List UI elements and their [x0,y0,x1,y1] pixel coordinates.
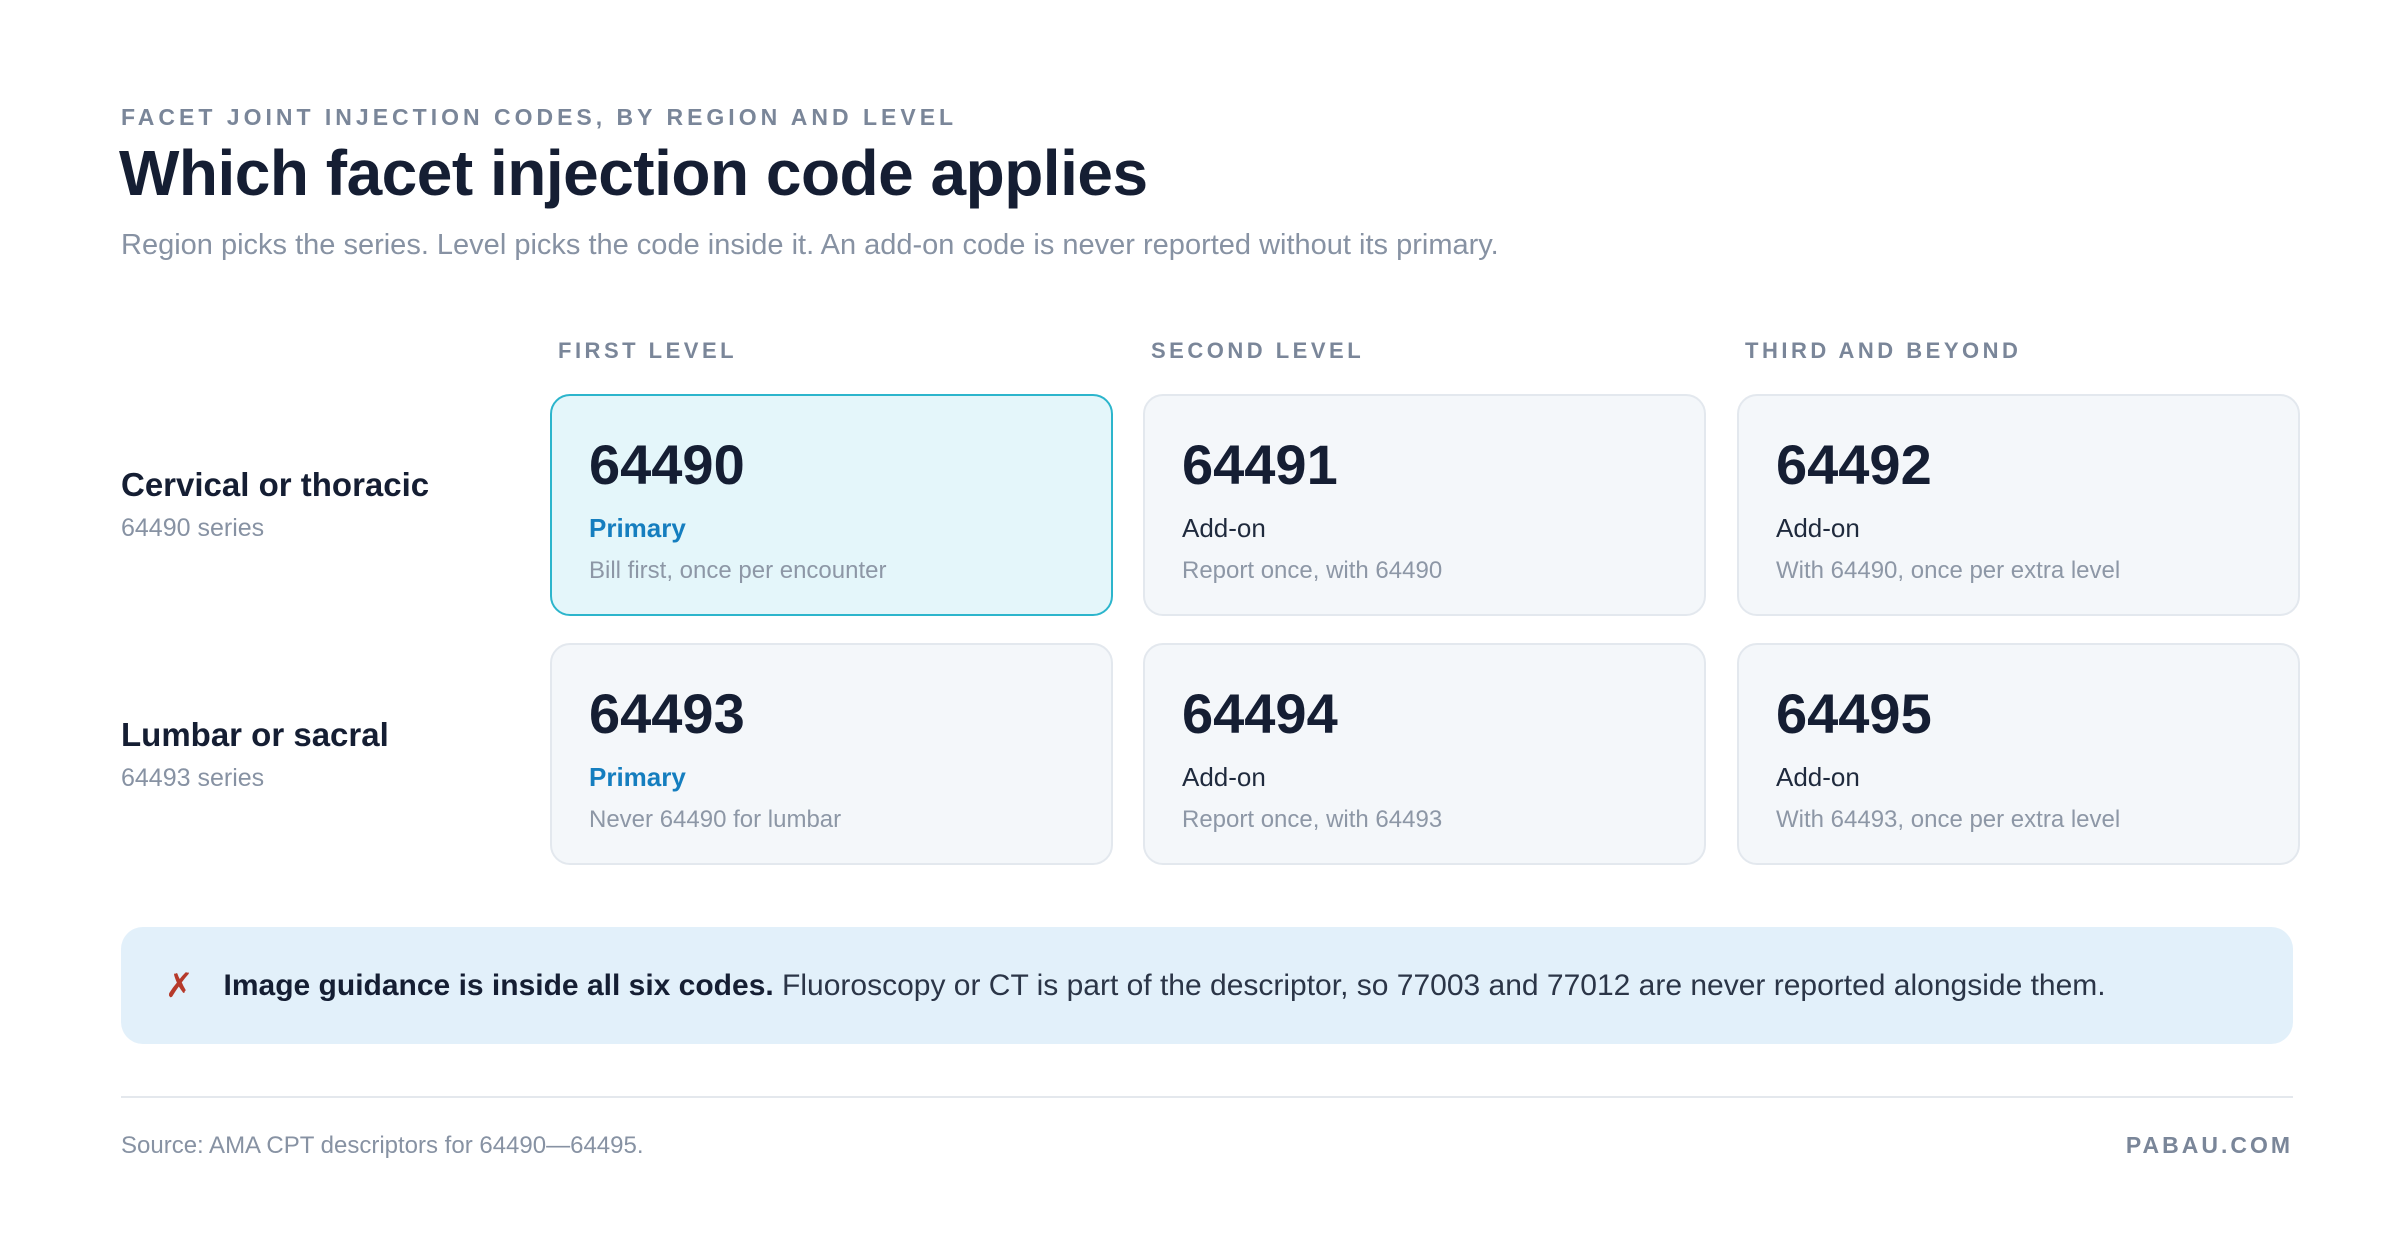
callout-body: Fluoroscopy or CT is part of the descrip… [773,968,2106,1002]
page-subtitle: Region picks the series. Level picks the… [121,229,1499,261]
callout-bold: Image guidance is inside all six codes. [223,968,774,1002]
code-number: 64495 [1776,682,1932,745]
page: FACET JOINT INJECTION CODES, BY REGION A… [0,0,2400,1248]
code-number: 64494 [1182,682,1338,745]
code-note: With 64493, once per extra level [1776,806,2121,833]
code-number: 64491 [1182,433,1338,496]
eyebrow: FACET JOINT INJECTION CODES, BY REGION A… [121,104,958,130]
code-card-64495[interactable]: 64495 Add-on With 64493, once per extra … [1737,643,2300,865]
source-note: Source: AMA CPT descriptors for 64490—64… [121,1132,644,1159]
code-role: Add-on [1776,513,1860,543]
code-card-64490[interactable]: 64490 Primary Bill first, once per encou… [550,394,1113,616]
code-card-64493[interactable]: 64493 Primary Never 64490 for lumbar [550,643,1113,865]
column-header-third-and-beyond: THIRD AND BEYOND [1745,338,2022,363]
code-note: Never 64490 for lumbar [589,806,842,833]
code-role: Add-on [1776,762,1860,792]
code-card-64494[interactable]: 64494 Add-on Report once, with 64493 [1143,643,1706,865]
footer-divider [121,1096,2293,1098]
code-card-64492[interactable]: 64492 Add-on With 64490, once per extra … [1737,394,2300,616]
brand-link[interactable]: PABAU.COM [2126,1132,2293,1159]
code-role: Primary [589,513,686,543]
row-label-cervical-thoracic: Cervical or thoracic 64490 series [121,466,429,543]
code-role: Add-on [1182,513,1266,543]
code-number: 64492 [1776,433,1932,496]
row-series: 64493 series [121,764,265,792]
row-label-lumbar-sacral: Lumbar or sacral 64493 series [121,716,389,793]
code-role: Add-on [1182,762,1266,792]
code-number: 64493 [589,682,745,745]
x-mark-icon: ✗ [165,966,194,1005]
code-role: Primary [589,762,686,792]
column-header-second-level: SECOND LEVEL [1151,338,1365,363]
code-note: Report once, with 64490 [1182,557,1443,584]
code-note: Bill first, once per encounter [589,557,887,584]
code-note: Report once, with 64493 [1182,806,1443,833]
page-title: Which facet injection code applies [119,137,1148,209]
row-title: Cervical or thoracic [121,466,430,503]
column-header-first-level: FIRST LEVEL [558,338,738,363]
code-number: 64490 [589,433,745,496]
callout-text: Image guidance is inside all six codes. … [224,969,2106,1003]
code-card-64491[interactable]: 64491 Add-on Report once, with 64490 [1143,394,1706,616]
row-series: 64490 series [121,514,265,542]
row-title: Lumbar or sacral [121,716,389,753]
code-note: With 64490, once per extra level [1776,557,2121,584]
image-guidance-callout: ✗ Image guidance is inside all six codes… [121,927,2293,1044]
